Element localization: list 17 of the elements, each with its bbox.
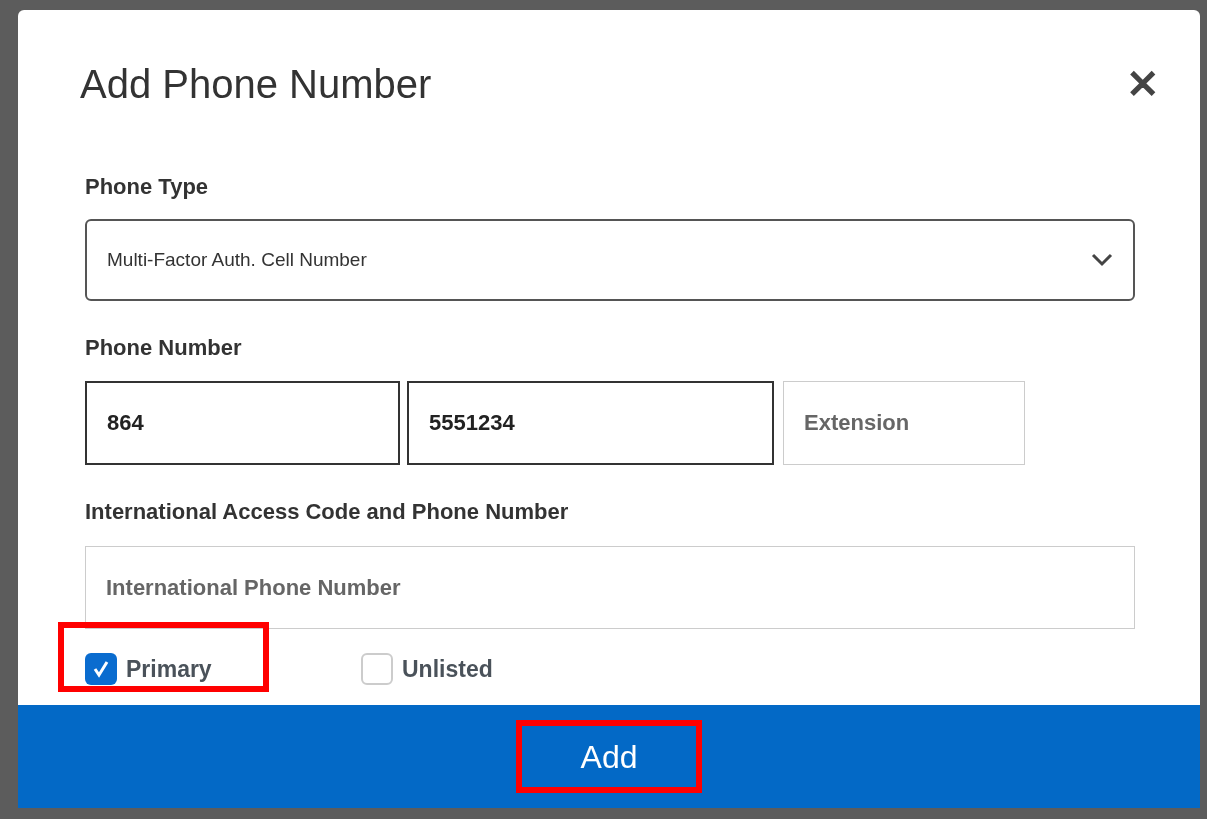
add-button[interactable]: Add [516, 720, 702, 793]
chevron-down-icon [1091, 253, 1113, 267]
field-label: Phone Type [85, 173, 210, 201]
phone-number-input[interactable]: 864 [85, 381, 400, 465]
international-phone-input[interactable]: International Phone Number [85, 546, 1135, 629]
checkmark-icon [91, 659, 111, 679]
field-label: International Access Code and Phone Number [85, 498, 570, 526]
checkbox-label[interactable]: Unlisted [402, 651, 493, 687]
checkbox-label[interactable]: Primary [126, 651, 212, 687]
close-button[interactable]: ✕ [1126, 64, 1160, 104]
dialog-title: Add Phone Number [80, 64, 432, 104]
field-label: Phone Number [85, 334, 243, 362]
checkbox[interactable] [361, 653, 393, 685]
phone-number-input[interactable]: Extension [783, 381, 1025, 465]
phone-number-input[interactable]: 5551234 [407, 381, 774, 465]
phone-type-dropdown[interactable]: Multi-Factor Auth. Cell Number [85, 219, 1135, 301]
checkbox[interactable] [85, 653, 117, 685]
